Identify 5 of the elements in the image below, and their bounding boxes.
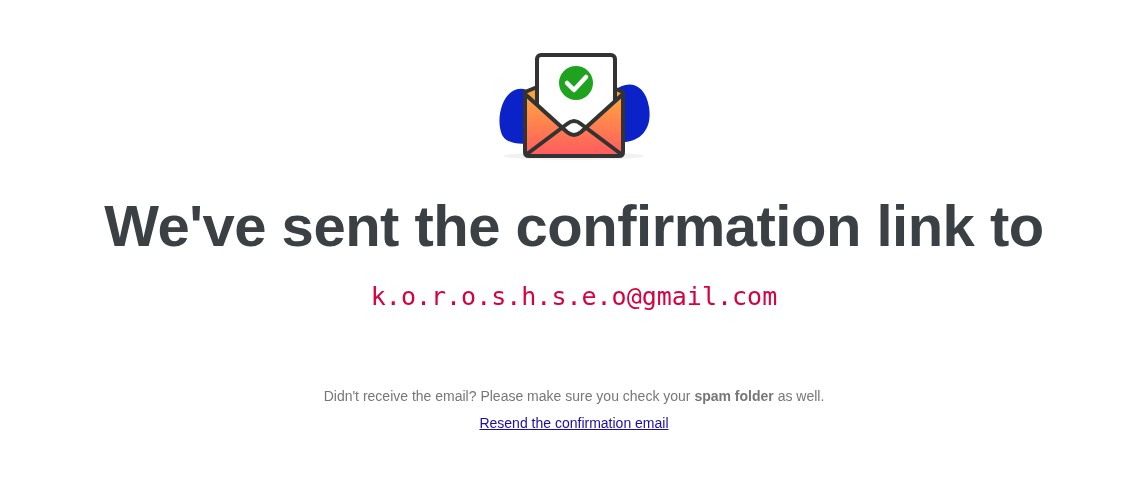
spam-folder-note: Didn't receive the email? Please make sure you check your spam folder as well.	[323, 386, 825, 406]
envelope-check-icon	[497, 52, 651, 162]
email-address: k.o.r.o.s.h.s.e.o@gmail.com	[370, 281, 778, 313]
resend-link[interactable]: Resend the confirmation email	[479, 412, 669, 434]
confirmation-heading: We've sent the confirmation link to	[104, 192, 1044, 260]
